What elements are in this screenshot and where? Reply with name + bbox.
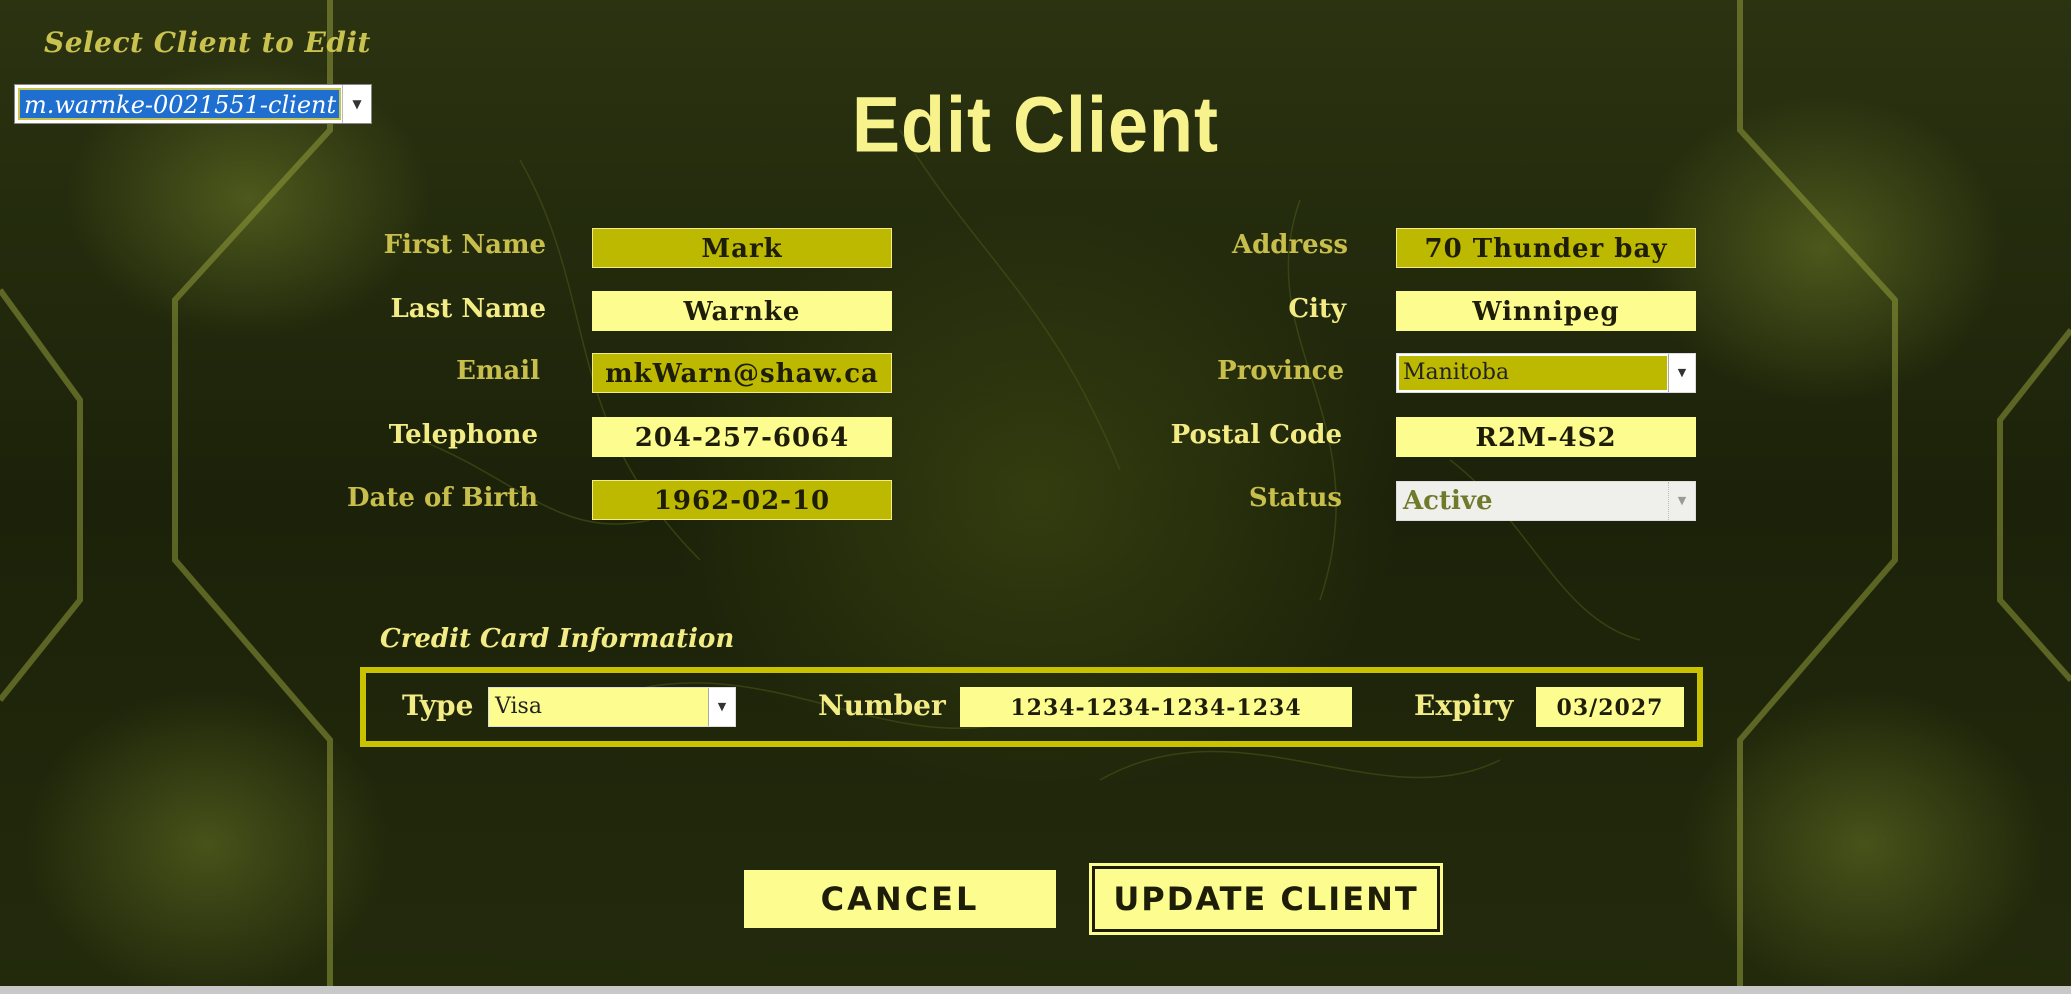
card-expiry-label: Expiry	[1414, 689, 1514, 722]
email-label: Email	[456, 356, 540, 386]
dropdown-arrow-icon[interactable]: ▼	[708, 688, 735, 726]
province-label: Province	[1217, 356, 1344, 386]
postal-code-label: Postal Code	[1170, 420, 1342, 450]
bottom-scrollbar[interactable]	[0, 986, 2071, 994]
card-number-field[interactable]: 1234-1234-1234-1234	[960, 687, 1352, 727]
email-field[interactable]: mkWarn@shaw.ca	[592, 353, 892, 393]
province-select[interactable]: Manitoba ▼	[1396, 353, 1696, 393]
postal-code-field[interactable]: R2M-4S2	[1396, 417, 1696, 457]
status-label: Status	[1248, 483, 1342, 513]
city-label: City	[1288, 294, 1346, 324]
province-value: Manitoba	[1399, 356, 1667, 390]
update-client-button[interactable]: UPDATE CLIENT	[1092, 866, 1440, 932]
dropdown-arrow-icon[interactable]: ▼	[1668, 482, 1695, 520]
last-name-label: Last Name	[390, 294, 547, 324]
dropdown-arrow-icon[interactable]: ▼	[1668, 354, 1695, 392]
card-type-value: Visa	[495, 694, 542, 719]
card-type-label: Type	[402, 689, 474, 722]
first-name-label: First Name	[383, 230, 546, 260]
credit-card-section-label: Credit Card Information	[380, 624, 735, 654]
address-label: Address	[1231, 230, 1348, 260]
cancel-button[interactable]: CANCEL	[744, 870, 1056, 928]
dob-field[interactable]: 1962-02-10	[592, 480, 892, 520]
credit-card-panel: Type Visa ▼ Number 1234-1234-1234-1234 E…	[360, 667, 1703, 747]
page-title: Edit Client	[852, 80, 1219, 169]
first-name-field[interactable]: Mark	[592, 228, 892, 268]
telephone-label: Telephone	[388, 420, 538, 450]
card-type-select[interactable]: Visa ▼	[488, 687, 736, 727]
card-number-label: Number	[818, 689, 946, 722]
address-field[interactable]: 70 Thunder bay	[1396, 228, 1696, 268]
status-select[interactable]: Active ▼	[1396, 481, 1696, 521]
last-name-field[interactable]: Warnke	[592, 291, 892, 331]
status-value: Active	[1403, 486, 1493, 516]
telephone-field[interactable]: 204-257-6064	[592, 417, 892, 457]
dob-label: Date of Birth	[346, 483, 538, 513]
card-expiry-field[interactable]: 03/2027	[1536, 687, 1684, 727]
select-client-label: Select Client to Edit	[44, 26, 371, 59]
city-field[interactable]: Winnipeg	[1396, 291, 1696, 331]
